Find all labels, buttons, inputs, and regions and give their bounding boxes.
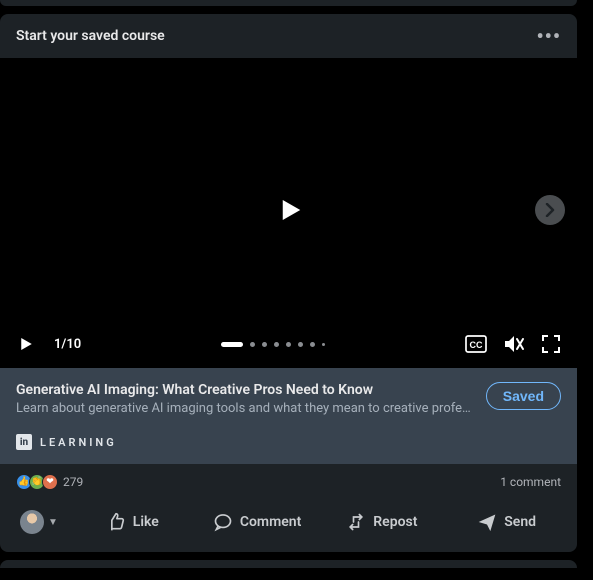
slide-dot [286,342,291,347]
svg-text:CC: CC [470,340,483,350]
linkedin-icon: in [16,434,32,450]
saved-button[interactable]: Saved [486,382,561,410]
comment-label: Comment [240,514,301,530]
course-description: Learn about generative AI imaging tools … [16,401,474,416]
love-reaction-icon: ❤ [42,474,58,490]
play-icon[interactable] [16,335,34,353]
avatar [20,510,44,534]
learning-label: LEARNING [40,436,117,449]
send-label: Send [504,514,536,530]
more-menu-button[interactable]: ••• [536,26,561,46]
prev-card-edge [0,0,577,6]
social-stats: 👍 👏 ❤ 279 1 comment [0,464,577,496]
course-info-text[interactable]: Generative AI Imaging: What Creative Pro… [16,382,474,416]
video-controls: 1/10 CC [0,324,577,368]
play-button[interactable] [274,195,304,225]
send-button[interactable]: Send [446,500,567,544]
fullscreen-icon[interactable] [541,334,561,354]
next-slide-button[interactable] [535,195,565,225]
next-card-edge [0,560,577,568]
saved-course-card: Start your saved course ••• 1/10 [0,14,577,552]
slide-dot [298,342,303,347]
reactions[interactable]: 👍 👏 ❤ 279 [16,474,83,490]
comment-count[interactable]: 1 comment [500,475,561,489]
course-info-panel: Generative AI Imaging: What Creative Pro… [0,368,577,464]
like-label: Like [133,514,159,530]
slide-counter: 1/10 [54,337,81,352]
repost-button[interactable]: Repost [321,500,442,544]
course-title: Generative AI Imaging: What Creative Pro… [16,382,474,398]
mute-icon[interactable] [503,334,525,354]
slide-dot [262,342,267,347]
video-player[interactable]: 1/10 CC [0,58,577,368]
slide-dot [322,343,325,346]
slide-indicator[interactable] [95,342,451,347]
repost-label: Repost [373,514,417,530]
slide-dot [250,342,255,347]
action-bar: ▼ Like Comment Repost Send [0,496,577,552]
like-button[interactable]: Like [72,500,193,544]
reaction-identity-button[interactable]: ▼ [10,502,68,542]
slide-dot [274,342,279,347]
reaction-icons: 👍 👏 ❤ [16,474,55,490]
comment-button[interactable]: Comment [197,500,318,544]
chevron-down-icon: ▼ [48,517,58,528]
card-title: Start your saved course [16,28,165,44]
slide-dot [310,342,315,347]
slide-dot [221,342,243,347]
captions-icon[interactable]: CC [465,335,487,353]
reaction-count: 279 [63,475,83,489]
card-header: Start your saved course ••• [0,14,577,58]
learning-tag[interactable]: in LEARNING [16,434,561,450]
